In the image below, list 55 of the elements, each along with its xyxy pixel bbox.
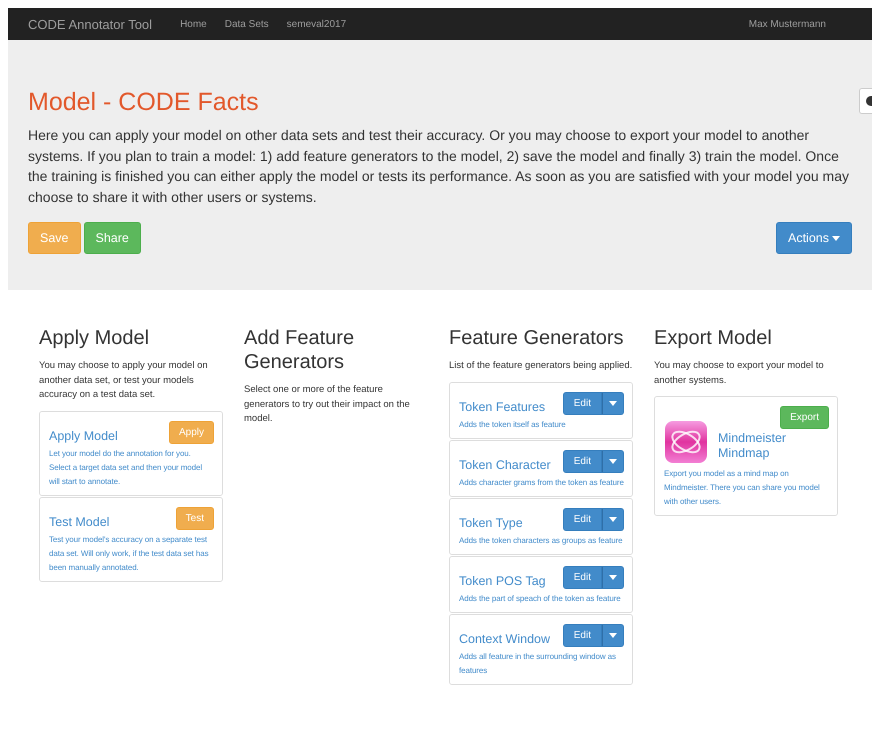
section-title: Feature Generators	[449, 326, 625, 350]
card-button[interactable]: Test	[176, 506, 214, 530]
card-title[interactable]: Apply Model	[49, 429, 118, 443]
card-text: Adds the token itself as feature	[459, 418, 567, 430]
page-title: Model - CODE Facts	[28, 88, 260, 117]
edit-button[interactable]: Edit	[562, 392, 602, 414]
caret-icon	[832, 236, 840, 240]
card-text: Let your model do the annotation for you. Select a target data set and then your model will start to annotate.	[49, 448, 204, 488]
edit-button[interactable]: Edit	[562, 624, 602, 646]
nav-link[interactable]: Data Sets	[224, 18, 269, 30]
dropdown-toggle[interactable]	[602, 392, 624, 414]
dropdown-toggle[interactable]	[602, 450, 624, 472]
card-title[interactable]: Token Features	[459, 400, 546, 414]
caret-icon	[609, 516, 617, 522]
card-title[interactable]: Token Character	[459, 458, 551, 472]
actions-button[interactable]: Actions	[776, 222, 852, 254]
app-logo-icon	[664, 420, 708, 464]
export-button[interactable]: Export	[780, 406, 829, 429]
user-link[interactable]: Max Mustermann	[748, 18, 826, 30]
side-widget[interactable]	[859, 88, 872, 114]
header-button[interactable]: Share	[84, 222, 141, 254]
card-title[interactable]: Token Type	[459, 516, 523, 530]
card-text: Adds all feature in the surrounding window as features	[459, 650, 617, 676]
caret-icon	[609, 400, 617, 406]
caret-icon	[609, 632, 617, 638]
edit-button[interactable]: Edit	[562, 450, 602, 472]
caret-icon	[609, 458, 617, 464]
card-text: Adds the part of speach of the token as feature	[459, 592, 622, 605]
card-text: Adds the token characters as groups as feature	[459, 534, 624, 547]
caret-icon	[609, 574, 617, 580]
card-title[interactable]: Mindmeister Mindmap	[718, 431, 829, 461]
edit-button[interactable]: Edit	[562, 566, 602, 588]
dropdown-toggle[interactable]	[602, 566, 624, 588]
section-text: Select one or more of the feature generators to try out their impact on the model.	[244, 383, 411, 426]
nav-link[interactable]: Home	[180, 18, 207, 30]
card-text: Adds character grams from the token as feature	[459, 476, 624, 489]
edit-button[interactable]: Edit	[562, 508, 602, 530]
section-title: Export Model	[654, 326, 773, 350]
card-title[interactable]: Test Model	[49, 515, 110, 529]
section-text: List of the feature generators being applied.	[449, 359, 633, 373]
brand-link[interactable]: CODE Annotator Tool	[28, 16, 152, 32]
header-button[interactable]: Save	[28, 222, 80, 254]
section-text: You may choose to export your model to another systems.	[654, 359, 825, 388]
nav-link[interactable]: semeval2017	[286, 18, 346, 30]
card-button[interactable]: Apply	[168, 420, 214, 444]
dropdown-toggle[interactable]	[602, 624, 624, 646]
card-text: Export you model as a mind map on Mindmeister. There you can share you model with other users.	[664, 468, 821, 508]
dropdown-toggle[interactable]	[602, 508, 624, 530]
intro-text: Here you can apply your model on other data sets and test their accuracy. Or you may choose to export your model to another systems. If you plan to train a model: 1) add feature generators to the model, 2) save the model and finally 3) train the model. Once the training is finished you can either apply the model or tests its performance. As soon as you are satisfied with your model you may choose to share it with other users or systems.	[28, 126, 850, 207]
card-title[interactable]: Token POS Tag	[459, 574, 546, 588]
section-title: Apply Model	[39, 326, 150, 350]
card-text: Test your model's accuracy on a separate test data set. Will only work, if the test data set has been manually annotated.	[49, 534, 210, 574]
section-text: You may choose to apply your model on another data set, or test your models accuracy on a test data set.	[39, 359, 209, 402]
card-title[interactable]: Context Window	[459, 632, 550, 646]
section-title: Add Feature Generators	[244, 326, 356, 374]
